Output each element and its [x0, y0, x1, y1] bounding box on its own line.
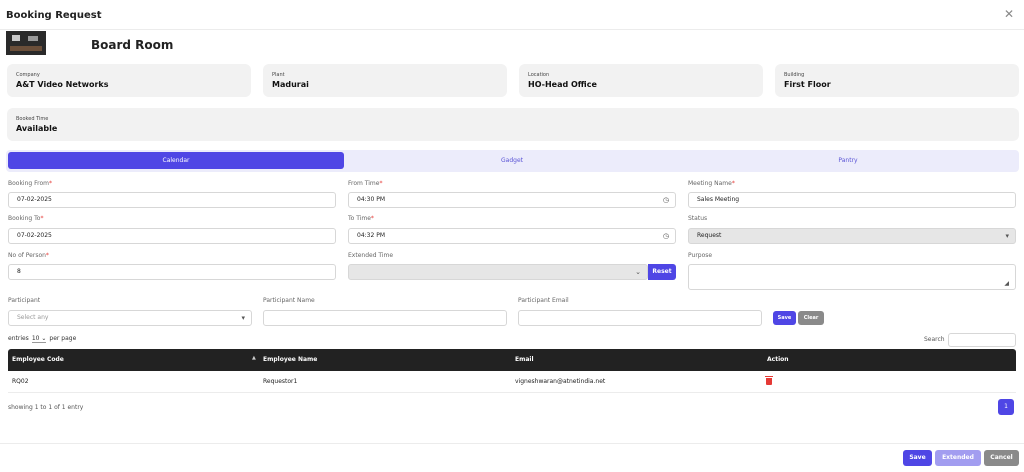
- meeting-name-input[interactable]: Sales Meeting: [688, 192, 1016, 208]
- info-card-location: Location HO-Head Office: [519, 64, 763, 97]
- entries-per-page: entries 10 ⌄ per page: [8, 335, 77, 343]
- tab-bar: Calendar Gadget Pantry: [6, 150, 1019, 172]
- status-select[interactable]: Request ▾: [688, 228, 1016, 244]
- from-time-input[interactable]: 04:30 PM ◷: [348, 192, 676, 208]
- search-label: Search: [924, 336, 945, 343]
- column-header-email[interactable]: Email: [515, 349, 534, 371]
- extended-button[interactable]: Extended: [935, 450, 981, 466]
- booking-to-label: Booking To*: [8, 215, 44, 222]
- booking-to-input[interactable]: 07-02-2025: [8, 228, 336, 244]
- info-card-value: A&T Video Networks: [16, 80, 109, 89]
- room-name: Board Room: [91, 38, 174, 52]
- info-card-plant: Plant Madurai: [263, 64, 507, 97]
- entries-per-page-select[interactable]: 10 ⌄: [31, 335, 47, 343]
- tab-gadget[interactable]: Gadget: [344, 152, 680, 169]
- no-of-person-input[interactable]: 8: [8, 264, 336, 280]
- delete-icon[interactable]: [765, 376, 773, 385]
- participant-name-input[interactable]: [263, 310, 507, 326]
- info-card-value: First Floor: [784, 80, 831, 89]
- dialog-header: Booking Request ✕: [0, 0, 1024, 30]
- column-header-employee-name[interactable]: Employee Name: [263, 349, 317, 371]
- close-icon[interactable]: ✕: [1004, 8, 1014, 20]
- column-header-action: Action: [767, 356, 789, 363]
- info-card-label: Building: [784, 72, 805, 78]
- participant-label: Participant: [8, 297, 41, 304]
- cell-employee-name: Requestor1: [263, 378, 298, 385]
- caret-down-icon: ▾: [1005, 232, 1009, 240]
- clock-icon[interactable]: ◷: [663, 193, 669, 207]
- info-card-value: Madurai: [272, 80, 309, 89]
- search-input[interactable]: [948, 333, 1016, 347]
- pagination-page-1[interactable]: 1: [998, 399, 1014, 415]
- column-header-employee-code[interactable]: Employee Code: [12, 349, 64, 371]
- info-card-value: Available: [16, 124, 58, 133]
- meeting-name-label: Meeting Name*: [688, 180, 735, 187]
- participant-email-input[interactable]: [518, 310, 762, 326]
- info-card-label: Plant: [272, 72, 285, 78]
- extended-time-label: Extended Time: [348, 252, 394, 259]
- booking-from-label: Booking From*: [8, 180, 52, 187]
- info-card-booked-time: Booked Time Available: [7, 108, 1019, 141]
- showing-entries-text: showing 1 to 1 of 1 entry: [8, 404, 84, 411]
- info-card-company: Company A&T Video Networks: [7, 64, 251, 97]
- extended-time-select[interactable]: ⌄: [348, 264, 648, 280]
- no-of-person-label: No of Person*: [8, 252, 49, 259]
- save-button[interactable]: Save: [903, 450, 932, 466]
- tab-pantry[interactable]: Pantry: [680, 152, 1016, 169]
- participant-name-label: Participant Name: [263, 297, 315, 304]
- purpose-textarea[interactable]: ◢: [688, 264, 1016, 290]
- caret-down-icon: ▾: [241, 314, 245, 322]
- reset-button[interactable]: Reset: [648, 264, 676, 280]
- resize-handle-icon[interactable]: ◢: [1004, 277, 1009, 291]
- participant-clear-button[interactable]: Clear: [798, 311, 824, 325]
- table-row: RQ02 Requestor1 vigneshwaran@atnetindia.…: [8, 371, 1016, 393]
- sort-icon[interactable]: ▲: [252, 349, 256, 367]
- from-time-label: From Time*: [348, 180, 383, 187]
- info-card-label: Booked Time: [16, 116, 49, 122]
- room-thumbnail: [6, 31, 46, 55]
- cell-employee-code: RQ02: [12, 378, 29, 385]
- info-card-label: Location: [528, 72, 550, 78]
- info-card-label: Company: [16, 72, 40, 78]
- info-card-value: HO-Head Office: [528, 80, 597, 89]
- chevron-down-icon: ⌄: [635, 268, 641, 276]
- tab-calendar[interactable]: Calendar: [8, 152, 344, 169]
- participant-select[interactable]: Select any ▾: [8, 310, 252, 326]
- to-time-input[interactable]: 04:32 PM ◷: [348, 228, 676, 244]
- footer-divider: [0, 443, 1024, 444]
- participant-save-button[interactable]: Save: [773, 311, 796, 325]
- participant-email-label: Participant Email: [518, 297, 569, 304]
- info-card-building: Building First Floor: [775, 64, 1019, 97]
- chevron-down-icon: ⌄: [41, 335, 47, 342]
- dialog-title: Booking Request: [6, 10, 102, 21]
- cell-email: vigneshwaran@atnetindia.net: [515, 378, 606, 385]
- booking-from-input[interactable]: 07-02-2025: [8, 192, 336, 208]
- clock-icon[interactable]: ◷: [663, 229, 669, 243]
- cancel-button[interactable]: Cancel: [984, 450, 1019, 466]
- status-label: Status: [688, 215, 708, 222]
- purpose-label: Purpose: [688, 252, 713, 259]
- table-header: Employee Code ▲ Employee Name Email Acti…: [8, 349, 1016, 371]
- to-time-label: To Time*: [348, 215, 374, 222]
